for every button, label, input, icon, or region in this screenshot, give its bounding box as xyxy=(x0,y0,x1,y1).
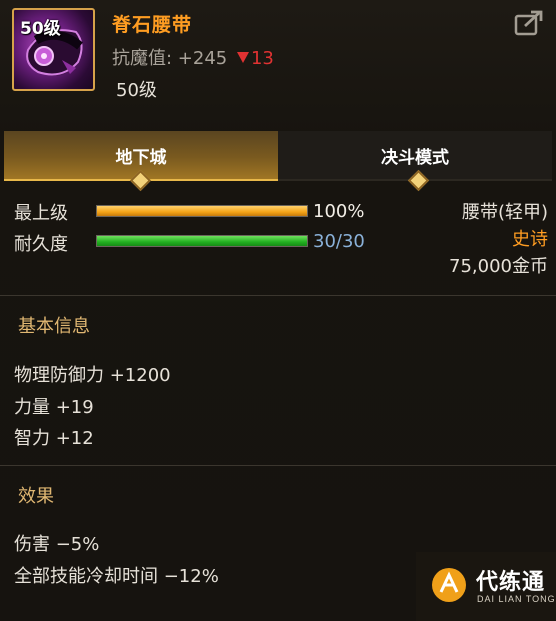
watermark-subtitle: DAI LIAN TONG xyxy=(477,594,556,604)
basic-info-line: 智力 +12 xyxy=(14,428,94,449)
sell-price: 75,000金币 xyxy=(449,256,548,277)
slot-type: 腰带(轻甲) xyxy=(461,202,548,223)
effect-line: 全部技能冷却时间 −12% xyxy=(14,566,219,587)
watermark: 代练通 DAI LIAN TONG xyxy=(416,552,556,621)
basic-info-line: 力量 +19 xyxy=(14,397,94,418)
durability-bar-fill xyxy=(97,236,307,246)
mode-tabs: 地下城 决斗模式 xyxy=(0,131,556,192)
down-triangle-icon xyxy=(236,52,249,63)
upgrade-label: 最上级 xyxy=(14,203,68,224)
item-header: 50级 脊石腰带 抗魔值: +245 13 50级 xyxy=(0,0,556,112)
antimagic-delta: 13 xyxy=(236,48,274,69)
divider xyxy=(0,465,556,466)
divider xyxy=(0,295,556,296)
upgrade-bar-fill xyxy=(97,206,307,216)
basic-info-line: 物理防御力 +1200 xyxy=(14,365,171,386)
antimagic-value: 抗魔值: +245 13 xyxy=(112,44,274,70)
item-level-badge: 50级 xyxy=(20,19,61,39)
share-export-icon[interactable] xyxy=(513,8,545,38)
item-name: 脊石腰带 xyxy=(112,14,193,36)
durability-value: 30/30 xyxy=(313,231,365,252)
durability-label: 耐久度 xyxy=(14,234,68,255)
required-level: 50级 xyxy=(116,80,157,101)
durability-bar xyxy=(96,235,308,247)
antimagic-label: 抗魔值: +245 xyxy=(112,48,228,69)
item-icon-frame: 50级 xyxy=(12,8,95,91)
dailiantong-logo-icon xyxy=(432,568,466,602)
upgrade-value: 100% xyxy=(313,201,365,222)
antimagic-delta-value: 13 xyxy=(250,48,274,69)
effect-line: 伤害 −5% xyxy=(14,534,100,555)
item-tooltip-panel: 50级 脊石腰带 抗魔值: +245 13 50级 地下城 决斗模式 最上级 1… xyxy=(0,0,556,621)
effects-title: 效果 xyxy=(18,486,54,507)
basic-info-title: 基本信息 xyxy=(18,316,90,337)
watermark-title: 代练通 xyxy=(476,570,546,595)
upgrade-bar xyxy=(96,205,308,217)
rarity-label: 史诗 xyxy=(512,229,548,250)
